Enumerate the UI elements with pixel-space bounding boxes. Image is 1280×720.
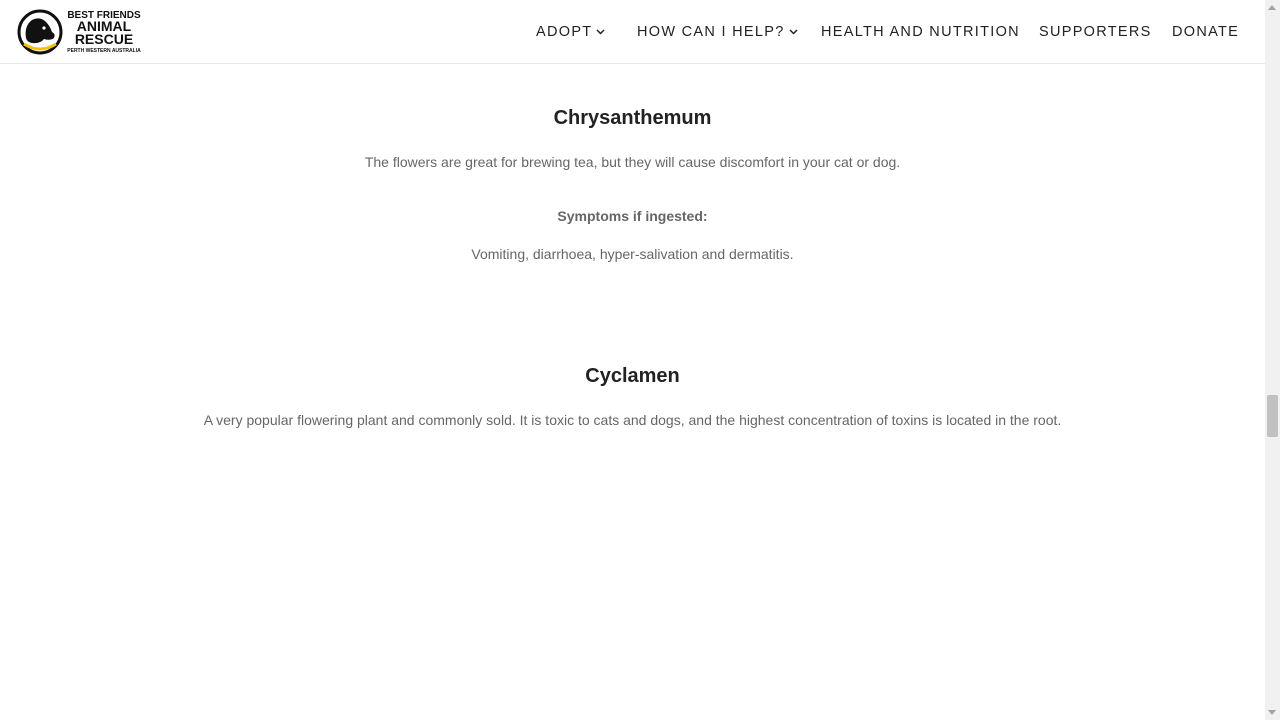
nav-adopt[interactable]: ADOPT [536,24,605,40]
nav-help-label: HOW CAN I HELP? [637,24,785,40]
nav-how-can-i-help[interactable]: HOW CAN I HELP? [637,24,798,40]
plant-description: A very popular flowering plant and commo… [203,412,1062,428]
plant-title: Cyclamen [585,365,680,387]
nav-donate[interactable]: DONATE [1172,24,1239,40]
main-content: Chrysanthemum The flowers are great for … [0,64,1265,720]
logo-line-3: RESCUE [75,31,133,47]
symptoms-text: Vomiting, diarrhoea, hyper-salivation an… [471,246,794,262]
nav-donate-label: DONATE [1172,24,1240,40]
logo-line-4: PERTH WESTERN AUSTRALIA [67,48,141,54]
nav-adopt-label: ADOPT [536,24,593,40]
plant-description: The flowers are great for brewing tea, b… [364,154,901,170]
nav-health-label: HEALTH AND NUTRITION [821,24,1020,40]
symptoms-label: Symptoms if ingested: [557,208,708,224]
nav-supporters-label: SUPPORTERS [1039,24,1152,40]
page-scrollbar[interactable] [1265,0,1280,720]
chevron-down-icon [789,29,798,35]
scroll-up-icon[interactable] [1268,5,1276,10]
nav-supporters[interactable]: SUPPORTERS [1039,24,1152,40]
site-logo[interactable]: BEST FRIENDS ANIMAL RESCUE PERTH WESTERN… [16,8,146,56]
dog-logo-icon: BEST FRIENDS ANIMAL RESCUE PERTH WESTERN… [17,9,141,55]
scroll-down-icon[interactable] [1268,710,1276,715]
nav-health-and-nutrition[interactable]: HEALTH AND NUTRITION [821,24,1020,40]
plant-title: Chrysanthemum [553,107,712,129]
scroll-thumb[interactable] [1267,395,1278,437]
chevron-down-icon [596,29,605,35]
site-header: BEST FRIENDS ANIMAL RESCUE PERTH WESTERN… [0,0,1265,64]
